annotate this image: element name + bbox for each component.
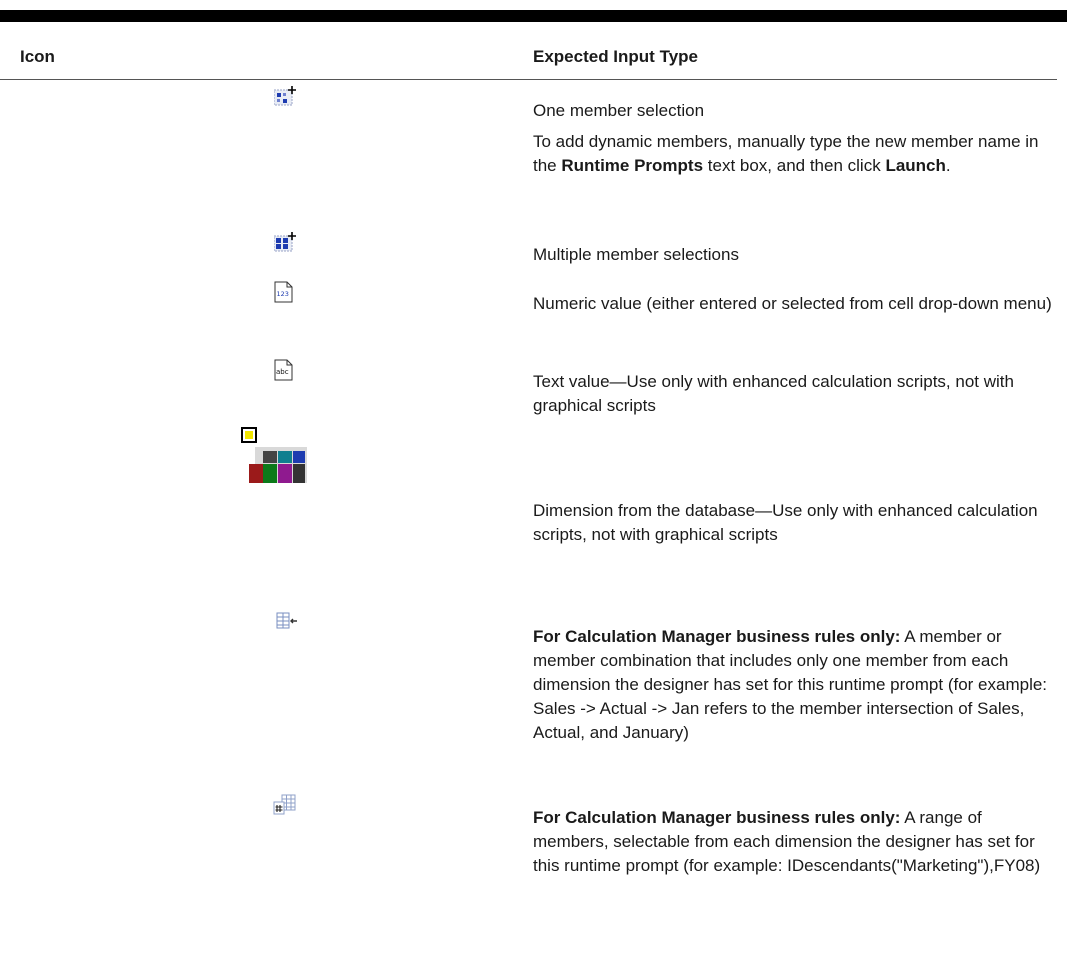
row-bold-prefix: For Calculation Manager business rules o… <box>533 808 901 827</box>
row-multiple-member-selections: Multiple member selections <box>533 243 1053 273</box>
launch-label: Launch <box>885 156 946 175</box>
column-header-icon: Icon <box>20 47 55 66</box>
row-note: To add dynamic members, manually type th… <box>533 132 1039 175</box>
row-numeric-value: Numeric value (either entered or selecte… <box>533 292 1053 322</box>
top-rule <box>0 10 1067 22</box>
row-member-combination: For Calculation Manager business rules o… <box>533 625 1053 751</box>
row-member-range: For Calculation Manager business rules o… <box>533 806 1053 884</box>
row-text-value: Text value—Use only with enhanced calcul… <box>533 370 1053 424</box>
row-text: For Calculation Manager business rules o… <box>533 627 1048 742</box>
member-combination-icon <box>276 612 298 630</box>
row-dimension: Dimension from the database—Use only wit… <box>533 499 1053 553</box>
one-member-selection-icon <box>274 86 296 108</box>
runtime-prompts-label: Runtime Prompts <box>561 156 704 175</box>
multiple-member-selection-icon <box>274 232 296 254</box>
svg-text:123: 123 <box>277 290 289 298</box>
column-header-expected-input-type: Expected Input Type <box>533 47 698 66</box>
svg-text:abc: abc <box>276 368 289 376</box>
row-text: Numeric value (either entered or selecte… <box>533 294 1052 313</box>
dimension-icon <box>241 427 311 487</box>
row-one-member-selection: One member selection To add dynamic memb… <box>533 99 1053 184</box>
row-text: Multiple member selections <box>533 245 739 264</box>
header-divider <box>0 79 1057 80</box>
text-value-icon: abc <box>274 359 294 381</box>
member-range-icon <box>273 794 297 816</box>
row-text: Dimension from the database—Use only wit… <box>533 501 1038 544</box>
row-text: For Calculation Manager business rules o… <box>533 808 1041 875</box>
row-text: One member selection <box>533 101 705 120</box>
row-bold-prefix: For Calculation Manager business rules o… <box>533 627 901 646</box>
numeric-value-icon: 123 <box>274 281 294 303</box>
row-text: Text value—Use only with enhanced calcul… <box>533 372 1014 415</box>
